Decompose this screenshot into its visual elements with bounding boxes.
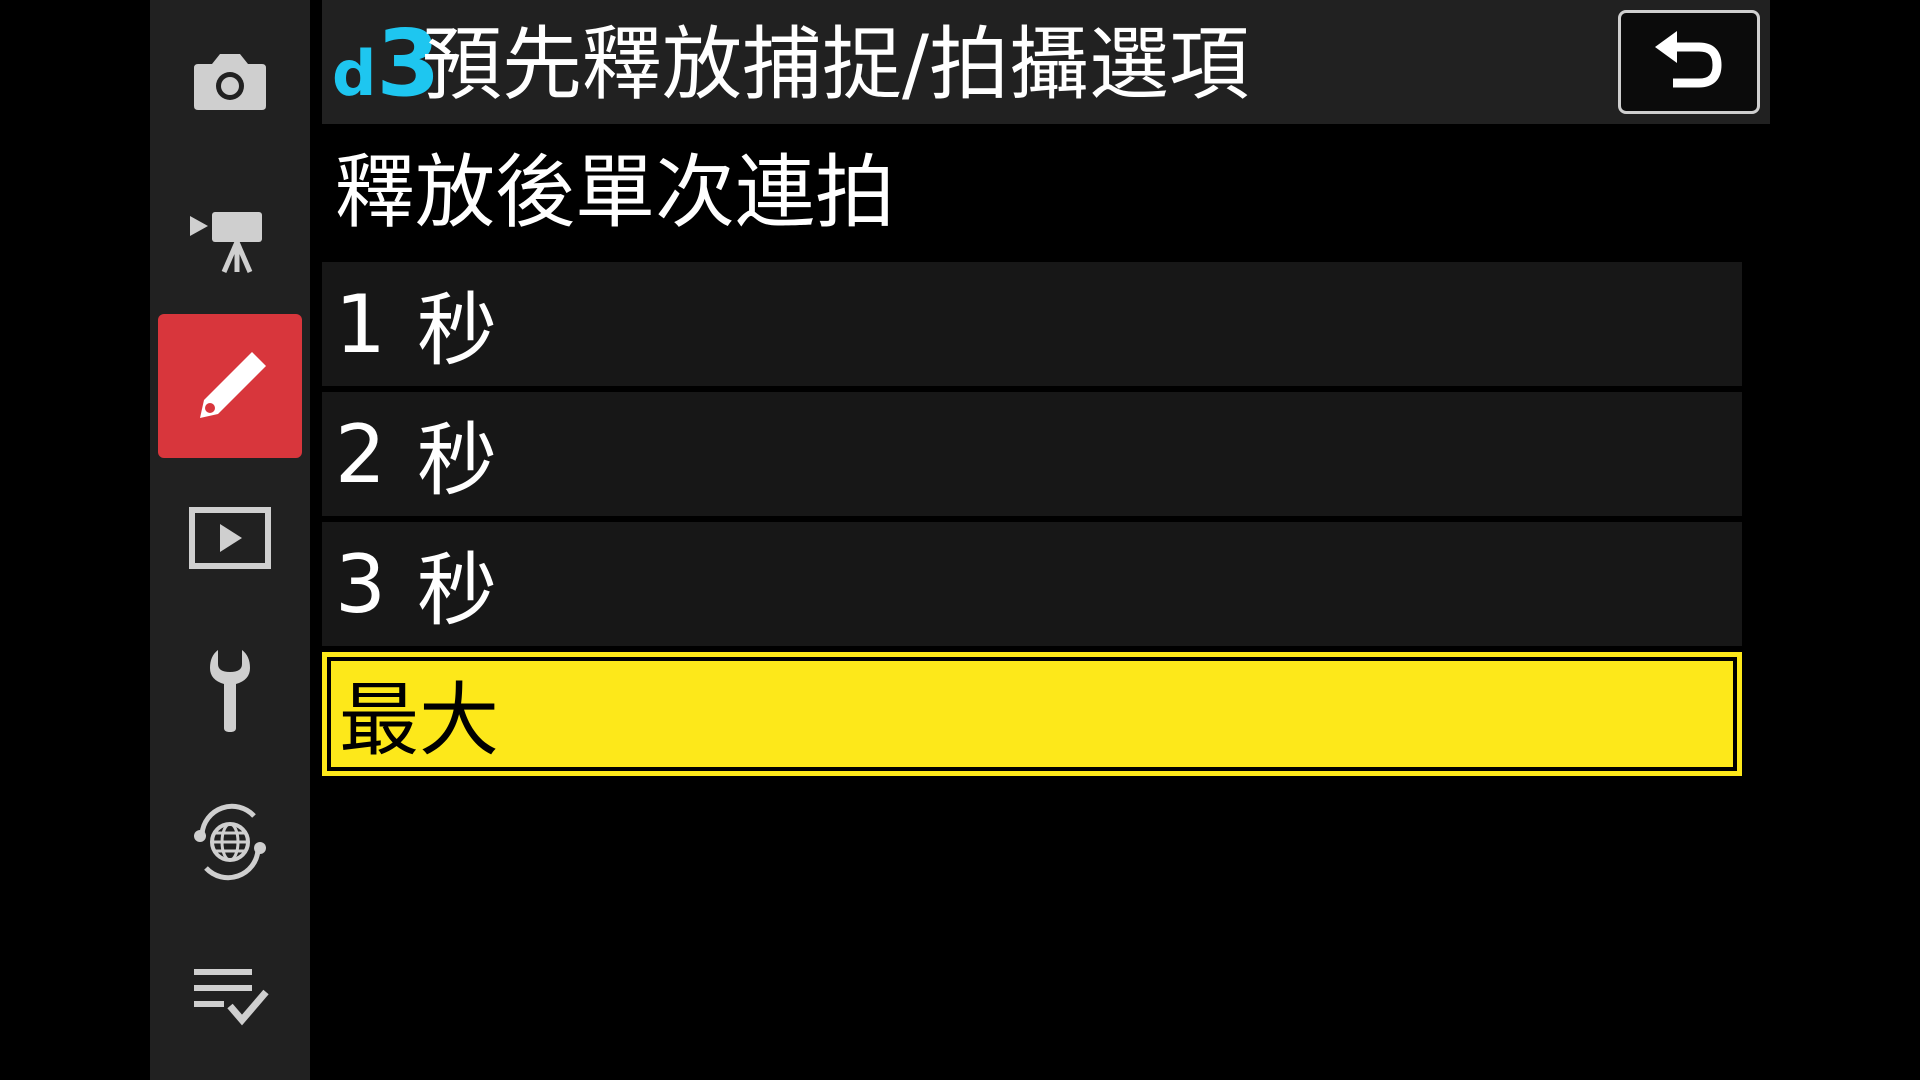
- option-label: 秒: [417, 544, 497, 637]
- option-label: 最大: [339, 674, 499, 767]
- pencil-icon: [200, 352, 266, 418]
- sidebar-item-network[interactable]: [158, 770, 302, 914]
- option-number: 3: [335, 537, 386, 631]
- my-menu-icon: [194, 969, 269, 1026]
- sidebar-item-custom-settings[interactable]: [158, 314, 302, 458]
- movie-camera-icon: [190, 212, 262, 273]
- wrench-icon: [210, 650, 250, 732]
- menu-header: d3 預先釋放捕捉/拍攝選項: [322, 0, 1770, 124]
- menu-code-letter: d: [332, 37, 377, 110]
- sidebar-item-video-recording[interactable]: [158, 162, 302, 306]
- camera-icon: [194, 54, 266, 110]
- option-max[interactable]: 最大: [322, 652, 1742, 776]
- network-icon: [194, 803, 266, 881]
- playback-icon: [189, 507, 271, 569]
- sidebar: [150, 0, 310, 1080]
- back-button[interactable]: [1618, 10, 1760, 114]
- option-number: 1: [335, 277, 386, 371]
- option-label: 秒: [417, 284, 497, 377]
- setting-subtitle: 釋放後單次連拍: [335, 146, 895, 239]
- sidebar-item-my-menu[interactable]: [158, 922, 302, 1066]
- option-1-second[interactable]: 1秒: [322, 262, 1742, 386]
- back-arrow-icon: [1655, 31, 1722, 88]
- option-3-seconds[interactable]: 3秒: [322, 522, 1742, 646]
- option-2-seconds[interactable]: 2秒: [322, 392, 1742, 516]
- sidebar-item-playback[interactable]: [158, 466, 302, 610]
- sidebar-item-setup[interactable]: [158, 618, 302, 762]
- option-number: 2: [335, 407, 386, 501]
- sidebar-item-photo-shooting[interactable]: [158, 10, 302, 154]
- page-title: 預先釋放捕捉/拍攝選項: [422, 18, 1249, 111]
- option-label: 秒: [417, 414, 497, 507]
